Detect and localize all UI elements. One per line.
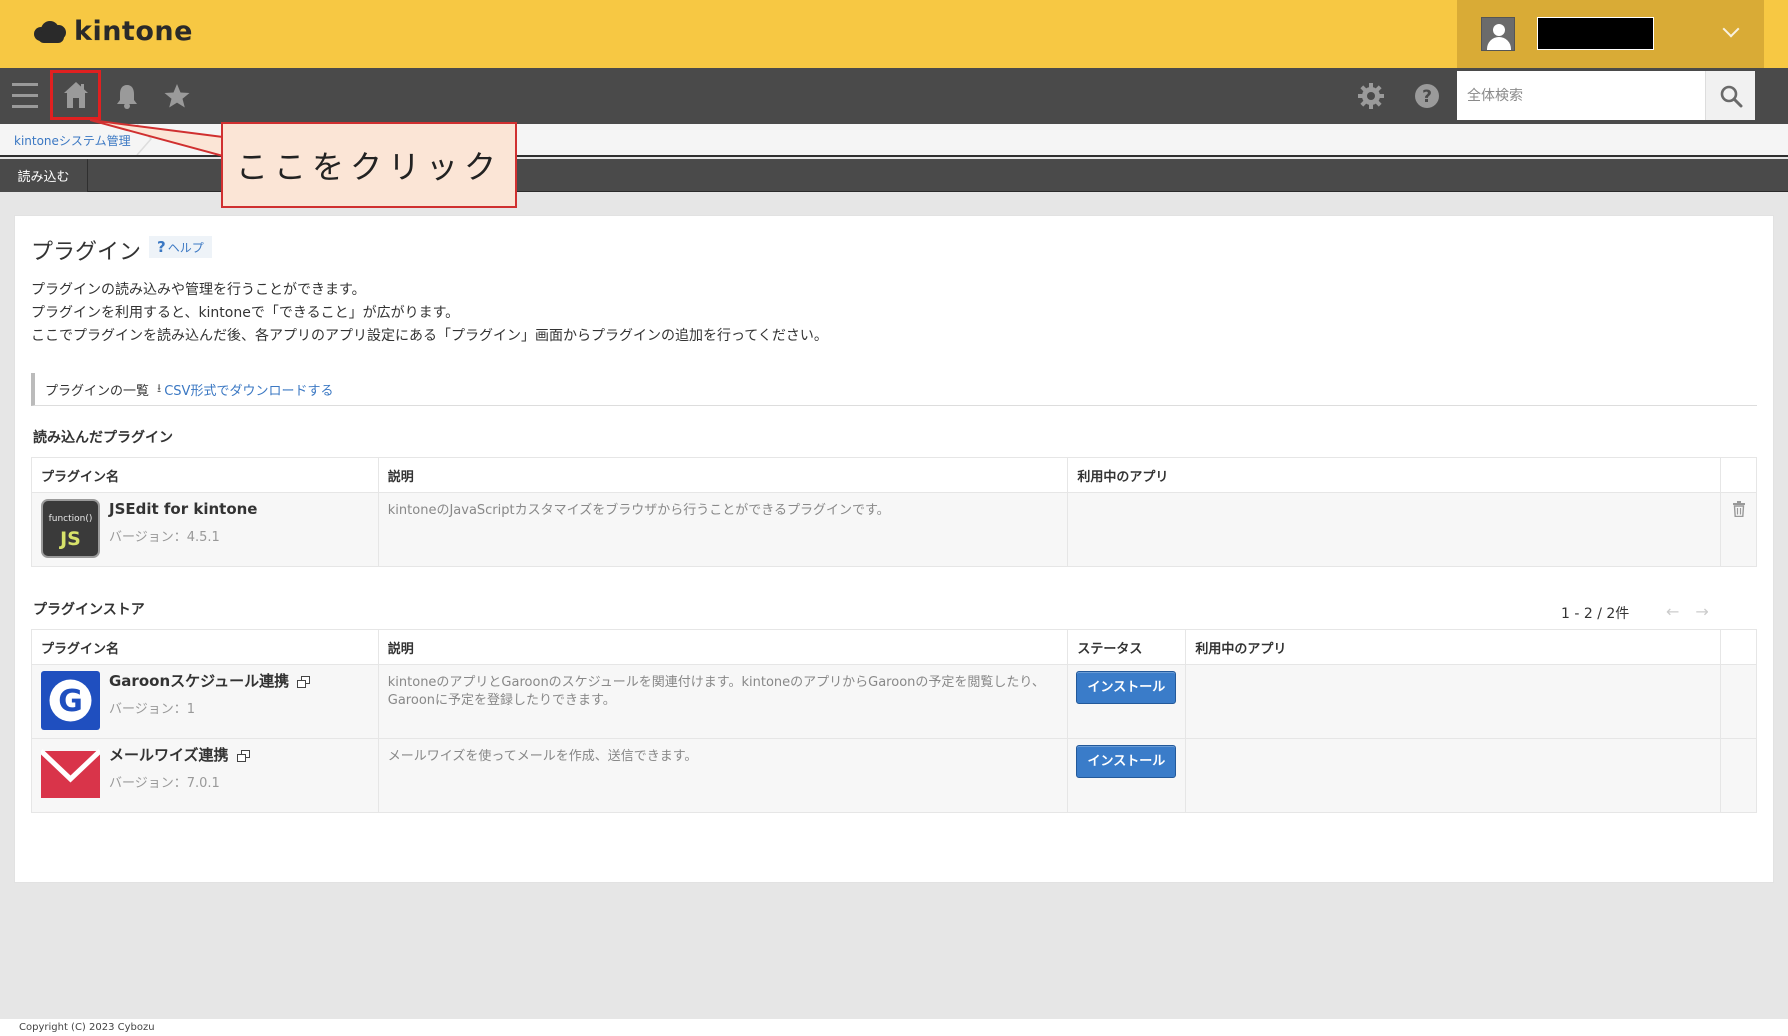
col-apps-in-use: 利用中のアプリ [1185,629,1721,665]
table-row: メールワイズ連携 バージョン：7.0.1 メールワイズを使ってメールを作成、送信… [31,738,1758,813]
plugin-name-cell: メールワイズ連携 バージョン：7.0.1 [31,738,379,813]
garoon-plugin-icon: G [41,671,100,730]
home-icon [64,82,88,108]
global-search-input[interactable] [1457,71,1707,120]
help-link[interactable]: ? ヘルプ [149,236,212,258]
svg-text:?: ? [1422,87,1432,107]
menu-icon[interactable] [10,68,40,124]
table-row: function() JS JSEdit for kintone バージョン：4… [31,492,1758,567]
plugin-extra-cell [1719,664,1758,739]
external-link-icon[interactable] [297,675,311,688]
chevron-down-icon[interactable] [1722,20,1740,38]
plugin-description: kintoneのアプリとGaroonのスケジュールを関連付けます。kintone… [377,664,1069,739]
loaded-plugins-table: プラグイン名 説明 利用中のアプリ function() JS JSEdit f… [31,457,1758,567]
help-question-mark: ? [157,238,166,256]
plugin-version: バージョン：7.0.1 [109,776,220,791]
intro-line-2: プラグインを利用すると、kintoneで「できること」が広がります。 [31,305,460,321]
intro-text: プラグインの読み込みや管理を行うことができます。 プラグインを利用すると、kin… [31,279,828,348]
col-actions [1719,457,1758,493]
plugin-apps-in-use [1185,664,1721,739]
install-button[interactable]: インストール [1076,671,1177,704]
trash-icon[interactable] [1732,501,1746,517]
callout-click-here: ここをクリック [221,122,517,208]
plugin-description: kintoneのJavaScriptカスタマイズをブラウザから行うことができるプ… [377,492,1069,567]
user-avatar-icon [1481,17,1515,51]
settings-gear-icon[interactable] [1356,68,1386,124]
plugin-name: JSEdit for kintone [109,500,258,518]
loaded-plugins-title: 読み込んだプラグイン [33,430,173,446]
svg-text:G: G [58,684,83,719]
plugin-description: メールワイズを使ってメールを作成、送信できます。 [377,738,1069,813]
plugin-apps-in-use [1185,738,1721,813]
pager-arrows: ← → [1666,602,1709,621]
plugin-store-table: プラグイン名 説明 ステータス 利用中のアプリ G Garoonスケジュール連携… [31,629,1758,813]
plugin-store-title: プラグインストア [33,602,145,618]
plugin-list-header: プラグインの一覧 ⭳ CSV形式でダウンロードする [31,373,1757,406]
col-plugin-name: プラグイン名 [31,629,379,665]
page-title: プラグイン [31,240,142,265]
plugin-name-cell: function() JS JSEdit for kintone バージョン：4… [31,492,379,567]
kintone-logo[interactable]: kintone [34,16,193,47]
col-description: 説明 [377,629,1069,665]
search-icon [1720,85,1742,107]
plugin-name[interactable]: メールワイズ連携 [109,746,250,764]
download-icon: ⭳ [157,380,162,395]
col-status: ステータス [1067,629,1187,665]
col-extra [1719,629,1758,665]
plugin-status-cell: インストール [1067,738,1187,813]
username-redacted [1537,17,1654,50]
plugin-name-cell: G Garoonスケジュール連携 バージョン：1 [31,664,379,739]
jsedit-plugin-icon: function() JS [41,499,100,558]
col-plugin-name: プラグイン名 [31,457,379,493]
svg-text:JS: JS [58,528,81,550]
main-content: プラグイン ? ヘルプ プラグインの読み込みや管理を行うことができます。 プラグ… [14,215,1774,883]
plugin-name-text: メールワイズ連携 [109,746,229,764]
description-line-1: kintoneのアプリとGaroonのスケジュールを関連付けます。kintone… [387,675,1045,690]
plugin-list-title: プラグインの一覧 [45,383,150,399]
next-page-arrow-icon[interactable]: → [1695,602,1708,621]
install-button[interactable]: インストール [1076,745,1177,778]
plugin-name-text: Garoonスケジュール連携 [109,672,290,690]
footer-copyright: Copyright (C) 2023 Cybozu [0,1019,1788,1036]
mailwise-plugin-icon [41,749,100,798]
logo-text: kintone [74,16,193,47]
nav-bar: ? [0,68,1788,124]
plugin-version: バージョン：1 [109,702,196,717]
cloud-logo-icon [34,19,68,45]
intro-line-1: プラグインの読み込みや管理を行うことができます。 [31,282,366,298]
svg-text:function(): function() [49,514,93,524]
search-button[interactable] [1705,71,1755,120]
col-description: 説明 [377,457,1069,493]
plugin-extra-cell [1719,738,1758,813]
plugin-status-cell: インストール [1067,664,1187,739]
prev-page-arrow-icon[interactable]: ← [1666,602,1679,621]
callout-pointer [90,119,224,158]
help-question-icon[interactable]: ? [1412,68,1442,124]
global-search [1457,71,1755,120]
import-button[interactable]: 読み込む [0,159,88,192]
intro-line-3: ここでプラグインを読み込んだ後、各アプリのアプリ設定にある「プラグイン」画面から… [31,328,828,344]
external-link-icon[interactable] [236,749,250,762]
top-header: kintone [0,0,1788,68]
plugin-name[interactable]: Garoonスケジュール連携 [109,672,311,690]
table-row: G Garoonスケジュール連携 バージョン：1 kintoneのアプリとGar… [31,664,1758,739]
pager-count: 1 - 2 / 2件 [1561,606,1630,622]
description-line-1: メールワイズを使ってメールを作成、送信できます。 [387,749,698,764]
col-apps-in-use: 利用中のアプリ [1067,457,1721,493]
plugin-actions-cell [1719,492,1758,567]
description-line-2: Garoonに予定を登録したりできます。 [387,693,616,708]
help-label: ヘルプ [167,240,204,255]
plugin-version: バージョン：4.5.1 [109,530,220,545]
plugin-apps-in-use [1067,492,1721,567]
user-menu[interactable] [1457,0,1764,68]
csv-download-link[interactable]: CSV形式でダウンロードする [164,380,333,399]
